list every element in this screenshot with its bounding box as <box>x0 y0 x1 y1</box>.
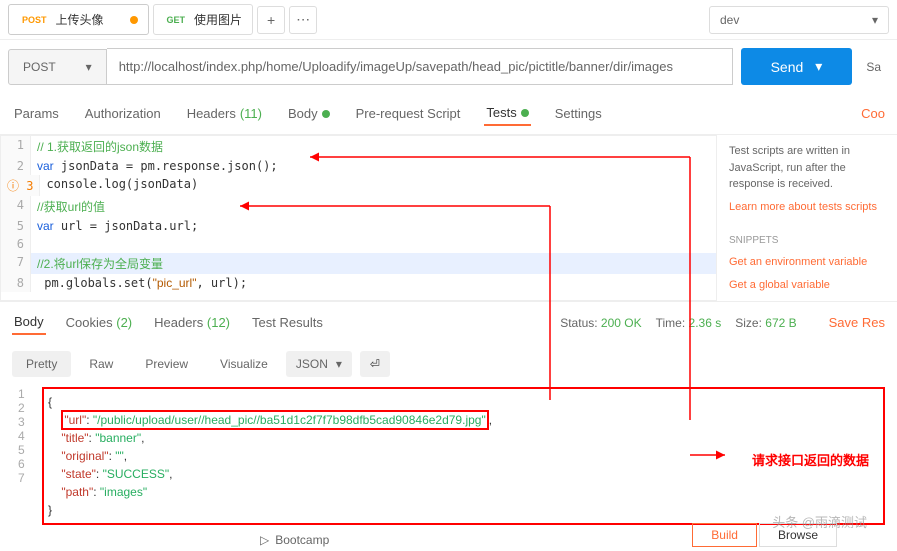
add-tab-button[interactable]: + <box>257 6 285 34</box>
view-pretty[interactable]: Pretty <box>12 351 71 377</box>
chevron-down-icon: ▾ <box>815 58 822 75</box>
build-tab[interactable]: Build <box>692 523 757 547</box>
dot-icon <box>322 110 330 118</box>
method-badge: POST <box>19 14 50 26</box>
chevron-down-icon: ▾ <box>336 357 342 371</box>
watermark: 头条 @雨滴测试 <box>772 512 867 531</box>
tab-body[interactable]: Body <box>286 102 332 125</box>
view-preview[interactable]: Preview <box>131 351 202 377</box>
bootcamp-icon: ▷ <box>260 533 269 547</box>
dot-icon <box>521 109 529 117</box>
tab-menu-button[interactable]: ⋯ <box>289 6 317 34</box>
chevron-down-icon: ▾ <box>86 60 92 74</box>
cookies-link[interactable]: Coo <box>861 106 885 121</box>
tab-label: 使用图片 <box>194 11 242 28</box>
tab-headers[interactable]: Headers (11) <box>185 102 264 125</box>
snippet-global-var[interactable]: Get a global variable <box>729 277 885 294</box>
view-raw[interactable]: Raw <box>75 351 127 377</box>
view-visualize[interactable]: Visualize <box>206 351 282 377</box>
chevron-down-icon: ▾ <box>872 13 878 27</box>
wrap-button[interactable]: ⏎ <box>360 351 390 377</box>
learn-more-link[interactable]: Learn more about tests scripts <box>729 199 885 216</box>
tab-params[interactable]: Params <box>12 102 61 125</box>
tab-prerequest[interactable]: Pre-request Script <box>354 102 463 125</box>
annotation-text: 请求接口返回的数据 <box>752 450 869 469</box>
environment-select[interactable]: dev ▾ <box>709 6 889 34</box>
sidebar-description: Test scripts are written in JavaScript, … <box>729 143 885 193</box>
method-select[interactable]: POST ▾ <box>8 49 107 85</box>
tab-settings[interactable]: Settings <box>553 102 604 125</box>
tab-label: 上传头像 <box>56 11 104 28</box>
resp-tab-testresults[interactable]: Test Results <box>250 311 325 334</box>
snippet-env-var[interactable]: Get an environment variable <box>729 254 885 271</box>
unsaved-dot-icon <box>130 16 138 24</box>
test-script-editor[interactable]: 1// 1.获取返回的json数据 2var jsonData = pm.res… <box>0 135 717 301</box>
response-meta: Status: 200 OK Time: 2.36 s Size: 672 B <box>560 316 796 330</box>
request-tab-use-image[interactable]: GET 使用图片 <box>153 4 254 35</box>
scripts-sidebar: Test scripts are written in JavaScript, … <box>717 135 897 301</box>
format-select[interactable]: JSON ▾ <box>286 351 352 377</box>
url-input[interactable] <box>107 48 733 85</box>
line-numbers: 1234567 <box>18 387 25 485</box>
snippets-title: SNIPPETS <box>729 233 885 248</box>
bootcamp-button[interactable]: ▷ Bootcamp <box>260 533 329 547</box>
save-response-button[interactable]: Save Res <box>829 315 885 330</box>
request-tab-upload[interactable]: POST 上传头像 <box>8 4 149 35</box>
resp-tab-headers[interactable]: Headers (12) <box>152 311 232 334</box>
method-badge: GET <box>164 14 189 26</box>
resp-tab-cookies[interactable]: Cookies (2) <box>64 311 134 334</box>
resp-tab-body[interactable]: Body <box>12 310 46 335</box>
save-button[interactable]: Sa <box>858 50 889 84</box>
send-button[interactable]: Send ▾ <box>741 48 853 85</box>
tab-tests[interactable]: Tests <box>484 101 530 126</box>
tab-authorization[interactable]: Authorization <box>83 102 163 125</box>
